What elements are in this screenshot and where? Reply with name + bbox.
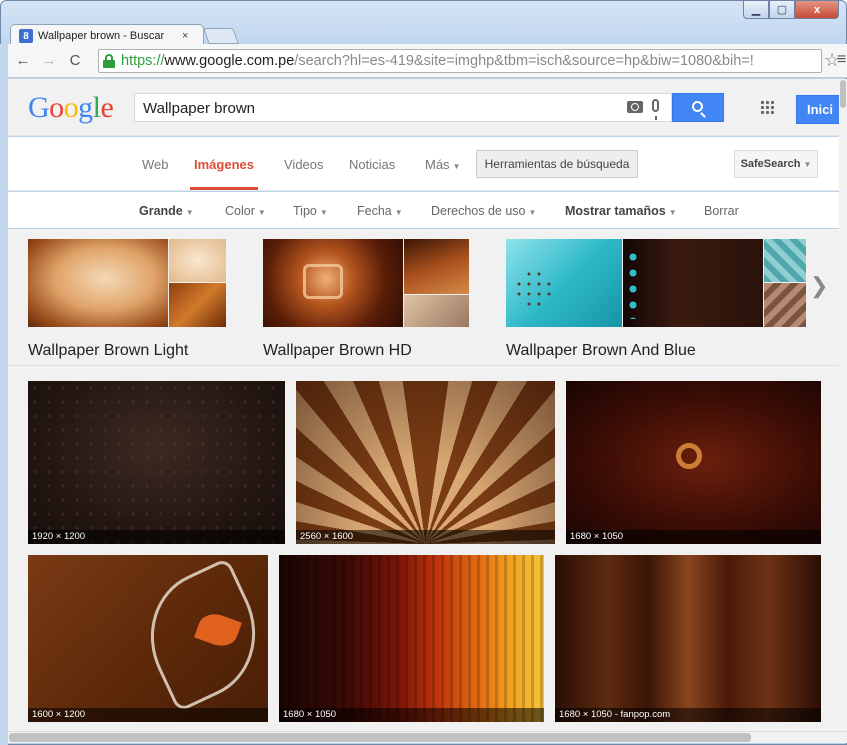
- search-nav: Web Imágenes Videos Noticias Más ▼ Herram…: [8, 137, 839, 191]
- active-tab-indicator: [190, 187, 258, 190]
- filter-type[interactable]: Tipo ▼: [293, 204, 328, 218]
- vertical-scrollbar[interactable]: [839, 79, 847, 731]
- close-window-button[interactable]: x: [795, 0, 839, 19]
- chevron-down-icon: ▼: [319, 208, 328, 217]
- apps-icon[interactable]: [760, 100, 774, 114]
- menu-icon[interactable]: ≡: [837, 51, 846, 69]
- chevron-right-icon[interactable]: ❯: [810, 273, 828, 299]
- image-dimensions: 2560 × 1600: [296, 530, 555, 544]
- filter-type-label: Tipo: [293, 204, 317, 218]
- divider: [8, 365, 839, 366]
- minimize-button[interactable]: ▁: [743, 0, 769, 19]
- search-query: Wallpaper brown: [143, 100, 255, 117]
- back-icon[interactable]: ←: [12, 50, 34, 72]
- image-dimensions: 1680 × 1050: [279, 708, 544, 722]
- tab-news[interactable]: Noticias: [349, 157, 395, 172]
- filter-date-label: Fecha: [357, 204, 392, 218]
- image-result[interactable]: 1600 × 1200: [28, 555, 268, 722]
- image-result[interactable]: 1920 × 1200: [28, 381, 285, 544]
- url-path: /search?hl=es-419&site=imghp&tbm=isch&so…: [294, 53, 754, 69]
- reload-icon[interactable]: C: [64, 50, 86, 72]
- chevron-down-icon: ▼: [668, 208, 677, 217]
- related-thumbnail: [263, 239, 469, 327]
- related-label: Wallpaper Brown HD: [263, 342, 412, 359]
- tab-title: Wallpaper brown - Buscar: [38, 29, 165, 42]
- url-scheme: https://: [121, 53, 165, 69]
- url-host: www.google.com.pe: [164, 53, 295, 69]
- browser-toolbar: ← → C https://www.google.com.pe/search?h…: [8, 44, 847, 78]
- chevron-down-icon: ▼: [394, 208, 403, 217]
- favicon-icon: 8: [19, 28, 33, 43]
- new-tab-button[interactable]: [203, 28, 239, 44]
- chevron-down-icon: ▼: [452, 162, 461, 171]
- chevron-down-icon: ▼: [803, 159, 812, 169]
- tab-more[interactable]: Más ▼: [425, 157, 460, 172]
- related-thumbnail: [506, 239, 806, 327]
- chevron-down-icon: ▼: [257, 208, 266, 217]
- filter-rights-label: Derechos de uso: [431, 204, 526, 218]
- image-result[interactable]: 1680 × 1050 - fanpop.com: [555, 555, 821, 722]
- horizontal-scroll-thumb[interactable]: [9, 733, 751, 742]
- safesearch-button[interactable]: SafeSearch ▼: [734, 150, 818, 178]
- window-frame: [0, 44, 8, 745]
- image-dimensions: 1680 × 1050: [566, 530, 821, 544]
- window-controls: ▁ ▢ x: [743, 0, 839, 19]
- chevron-down-icon: ▼: [528, 208, 537, 217]
- maximize-button[interactable]: ▢: [769, 0, 795, 19]
- related-label: Wallpaper Brown Light: [28, 342, 189, 359]
- search-tools-button[interactable]: Herramientas de búsqueda: [476, 150, 638, 178]
- google-logo[interactable]: Google: [28, 91, 114, 125]
- filter-show-sizes[interactable]: Mostrar tamaños ▼: [565, 204, 677, 218]
- search-tools-bar: Grande ▼ Color ▼ Tipo ▼ Fecha ▼ Derechos de …: [8, 192, 839, 228]
- image-dimensions: 1920 × 1200: [28, 530, 285, 544]
- filter-color[interactable]: Color ▼: [225, 204, 266, 218]
- forward-icon[interactable]: →: [38, 50, 60, 72]
- tab-more-label: Más: [425, 157, 450, 172]
- tab-strip: 8 Wallpaper brown - Buscar ×: [10, 18, 845, 46]
- filter-show-sizes-label: Mostrar tamaños: [565, 204, 666, 218]
- address-bar[interactable]: https://www.google.com.pe/search?hl=es-4…: [98, 49, 822, 73]
- filter-date[interactable]: Fecha ▼: [357, 204, 403, 218]
- search-button[interactable]: [672, 93, 724, 122]
- safesearch-label: SafeSearch: [740, 158, 801, 170]
- filter-rights[interactable]: Derechos de uso ▼: [431, 204, 536, 218]
- image-dimensions: 1680 × 1050 - fanpop.com: [555, 708, 821, 722]
- google-header: Google Wallpaper brown Inici: [8, 79, 846, 136]
- image-result[interactable]: 1680 × 1050: [279, 555, 544, 722]
- image-result[interactable]: 1680 × 1050: [566, 381, 821, 544]
- results-area: Wallpaper Brown Light Wallpaper Brown HD…: [8, 229, 839, 731]
- tab-images[interactable]: Imágenes: [194, 157, 254, 172]
- tab-close-icon[interactable]: ×: [182, 30, 188, 42]
- image-dimensions: 1600 × 1200: [28, 708, 268, 722]
- image-result[interactable]: 2560 × 1600: [296, 381, 555, 544]
- vertical-scroll-thumb[interactable]: [840, 80, 846, 108]
- camera-icon[interactable]: [627, 101, 643, 113]
- tab-web[interactable]: Web: [142, 157, 169, 172]
- search-input[interactable]: Wallpaper brown: [134, 93, 672, 122]
- filter-color-label: Color: [225, 204, 255, 218]
- related-label: Wallpaper Brown And Blue: [506, 342, 696, 359]
- related-thumbnail: [28, 239, 226, 327]
- chevron-down-icon: ▼: [185, 208, 194, 217]
- tab-videos[interactable]: Videos: [284, 157, 324, 172]
- filter-size[interactable]: Grande ▼: [139, 204, 194, 218]
- mic-icon[interactable]: [652, 99, 659, 120]
- filter-clear[interactable]: Borrar: [704, 204, 739, 218]
- lock-icon: [103, 54, 115, 68]
- filter-size-label: Grande: [139, 204, 183, 218]
- search-icon: [692, 101, 703, 112]
- browser-tab[interactable]: 8 Wallpaper brown - Buscar ×: [10, 24, 204, 46]
